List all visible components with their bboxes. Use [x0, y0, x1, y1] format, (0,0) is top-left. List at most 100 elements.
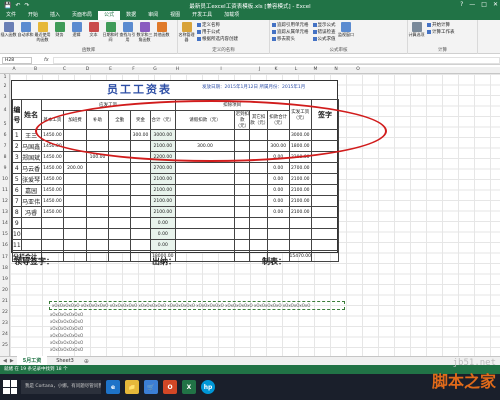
edge-icon[interactable]: e	[106, 380, 120, 394]
cell-attendance[interactable]	[108, 239, 132, 251]
row-header[interactable]: 16	[0, 243, 10, 248]
cell-overtime[interactable]	[63, 151, 87, 163]
cell-overtime[interactable]: 200.00	[63, 162, 87, 174]
cell-attendance[interactable]	[108, 162, 132, 174]
cell-base[interactable]: 1450.00	[40, 162, 65, 174]
cell-overtime[interactable]	[63, 173, 87, 185]
row-header[interactable]: 1	[0, 75, 10, 80]
cell-sign[interactable]	[310, 173, 340, 185]
cell-base[interactable]	[40, 217, 65, 229]
cell-bonus[interactable]	[130, 206, 151, 218]
cell-sign[interactable]	[310, 206, 340, 218]
cell-total[interactable]: 2100.00	[149, 173, 176, 185]
row-header[interactable]: 24	[0, 332, 10, 337]
cell-sign[interactable]	[310, 184, 340, 196]
trace-precedents-button[interactable]: 追踪引用单元格	[272, 22, 309, 28]
help-button[interactable]: ?	[460, 1, 463, 8]
cell-base[interactable]: 1450.00	[40, 184, 65, 196]
cell-allowance[interactable]	[85, 162, 110, 174]
math-button[interactable]: 数学和三角函数	[136, 22, 153, 42]
cell-sign[interactable]	[310, 239, 340, 251]
row-header[interactable]: 18	[0, 266, 10, 271]
cell-deduct-total[interactable]	[266, 228, 290, 240]
cell-bonus[interactable]	[130, 195, 151, 207]
cell-leave[interactable]	[174, 206, 236, 218]
cell-name[interactable]: 郑国斌	[20, 151, 42, 163]
cell-bonus[interactable]	[130, 173, 151, 185]
cell-name[interactable]	[20, 217, 42, 229]
column-header[interactable]: I	[190, 67, 252, 72]
cell-name[interactable]: 张爱琴	[20, 173, 42, 185]
row-header[interactable]: 22	[0, 310, 10, 315]
fx-icon[interactable]: fx	[44, 57, 49, 63]
prev-sheet-icon[interactable]: ◀	[3, 358, 7, 364]
cell-leave[interactable]	[174, 228, 236, 240]
add-sheet-icon[interactable]: ⊕	[84, 358, 89, 365]
cell-name[interactable]	[20, 228, 42, 240]
row-header[interactable]: 13	[0, 210, 10, 215]
column-header[interactable]: A	[10, 67, 18, 72]
cell-net[interactable]: 2700.00	[288, 162, 312, 174]
column-header[interactable]: H	[165, 67, 190, 72]
financial-button[interactable]: 财务	[51, 22, 68, 38]
store-icon[interactable]: 🛒	[144, 380, 158, 394]
cell-base[interactable]	[40, 228, 65, 240]
row-header[interactable]: 5	[0, 122, 10, 127]
cell-text[interactable]: xOxOxOxOxOxO	[50, 326, 83, 331]
sheet-tab-sheet3[interactable]: Sheet3	[50, 357, 80, 365]
cell-other[interactable]	[249, 228, 268, 240]
datetime-button[interactable]: 日期和时间	[102, 22, 119, 42]
cell-leave[interactable]	[174, 173, 236, 185]
calculate-sheet-button[interactable]: 计算工作表	[427, 29, 455, 35]
cell-allowance[interactable]	[85, 228, 110, 240]
office-icon[interactable]: O	[163, 380, 177, 394]
column-header[interactable]: C	[53, 67, 76, 72]
excel-icon[interactable]: X	[182, 380, 196, 394]
close-button[interactable]: ✕	[493, 1, 498, 8]
cell-attendance[interactable]	[108, 228, 132, 240]
cell-text[interactable]: xOxOxOxOxOxO	[50, 319, 83, 324]
copy-marquee[interactable]: xOxOxOxOxO xOxOxOxOxO xOxOxOxOxO xOxOxOx…	[49, 301, 345, 310]
maximize-button[interactable]: □	[481, 1, 487, 8]
tab-formulas[interactable]: 公式	[98, 11, 121, 20]
cell-deduct-total[interactable]: 0.00	[266, 162, 290, 174]
cell-no[interactable]: 1	[12, 129, 22, 141]
column-header[interactable]: D	[76, 67, 99, 72]
cell-leave[interactable]	[174, 195, 236, 207]
cell-text[interactable]: xOxOxOxOxOxO	[50, 347, 83, 352]
row-header[interactable]: 11	[0, 188, 10, 193]
tab-addins[interactable]: 加载项	[218, 11, 245, 20]
cell-late[interactable]	[234, 217, 251, 229]
cell-deduct-total[interactable]	[266, 217, 290, 229]
cell-overtime[interactable]	[63, 184, 87, 196]
tab-review[interactable]: 审阅	[142, 11, 164, 20]
header-no[interactable]: 编号	[12, 99, 22, 130]
cell-total[interactable]: 2100.00	[149, 195, 176, 207]
cell-name[interactable]: 马亚伟	[20, 195, 42, 207]
cell-total[interactable]: 2100.00	[149, 206, 176, 218]
cell-overtime[interactable]	[63, 239, 87, 251]
cell-net[interactable]: 2100.00	[288, 206, 312, 218]
calculation-options-button[interactable]: 计算选项	[408, 22, 425, 38]
row-header[interactable]: 6	[0, 133, 10, 138]
trace-dependents-button[interactable]: 追踪从属单元格	[272, 29, 309, 35]
cell-attendance[interactable]	[108, 206, 132, 218]
cell-overtime[interactable]	[63, 228, 87, 240]
cell-text[interactable]: xOxOxOxOxOxO	[50, 312, 83, 317]
cell-other[interactable]	[249, 162, 268, 174]
minimize-button[interactable]: —	[469, 1, 475, 8]
row-header[interactable]: 19	[0, 277, 10, 282]
cell-late[interactable]	[234, 184, 251, 196]
cell-total[interactable]: 0.00	[149, 228, 176, 240]
column-header[interactable]: E	[99, 67, 122, 72]
cell-text[interactable]: xOxOxOxOxOxO	[50, 340, 83, 345]
column-header[interactable]: J	[252, 67, 267, 72]
logical-button[interactable]: 逻辑	[68, 22, 85, 38]
recent-functions-button[interactable]: 最近使用的函数	[34, 22, 51, 42]
row-header[interactable]: 21	[0, 299, 10, 304]
cell-allowance[interactable]	[85, 173, 110, 185]
cell-deduct-total[interactable]: 0.00	[266, 173, 290, 185]
tab-home[interactable]: 开始	[22, 11, 44, 20]
cell-other[interactable]	[249, 184, 268, 196]
name-box[interactable]: H28	[2, 56, 32, 64]
